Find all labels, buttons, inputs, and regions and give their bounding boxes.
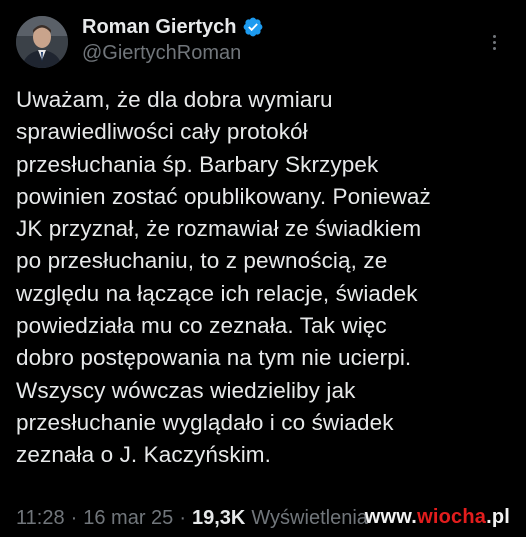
watermark-suffix: .pl (486, 506, 510, 528)
display-name-row: Roman Giertych (82, 14, 264, 40)
more-dot (492, 46, 496, 50)
author-display-name[interactable]: Roman Giertych (82, 16, 236, 39)
tweet-date[interactable]: 16 mar 25 (83, 507, 173, 530)
avatar[interactable] (16, 16, 68, 68)
tweet-card: Roman Giertych @GiertychRoman Uważam, że… (0, 0, 526, 537)
author-names: Roman Giertych @GiertychRoman (82, 14, 264, 65)
tweet-text: Uważam, że dla dobra wymiaru sprawiedliw… (16, 87, 431, 468)
views-label[interactable]: Wyświetlenia (251, 507, 368, 530)
watermark-accent: wiocha (417, 506, 487, 528)
profile-photo (16, 16, 68, 68)
verified-badge-icon[interactable] (242, 16, 264, 38)
views-count[interactable]: 19,3K (192, 507, 245, 530)
tweet-time[interactable]: 11:28 (16, 507, 65, 530)
more-dot (492, 40, 496, 44)
watermark: www.wiocha.pl (365, 506, 510, 529)
meta-separator: · (179, 507, 186, 529)
tweet-header: Roman Giertych @GiertychRoman (16, 14, 510, 72)
more-dot (492, 34, 496, 38)
watermark-prefix: www. (364, 506, 418, 528)
tweet-meta: 11:28 · 16 mar 25 · 19,3K Wyświetlenia (16, 507, 368, 530)
more-options-icon[interactable] (484, 32, 504, 52)
author-handle[interactable]: @GiertychRoman (82, 42, 264, 65)
meta-separator: · (70, 507, 78, 529)
